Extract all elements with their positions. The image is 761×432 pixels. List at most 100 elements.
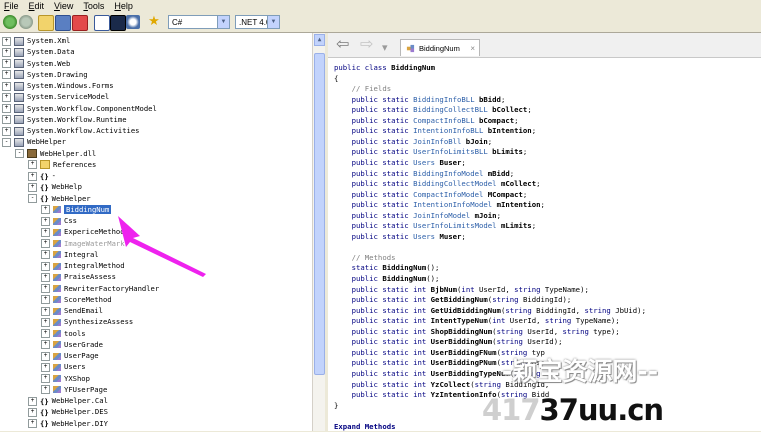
expand-icon[interactable]: + <box>41 216 50 226</box>
expand-icon[interactable]: + <box>28 171 37 181</box>
tree-node[interactable]: + SynthesizeAssess <box>41 316 133 327</box>
tree-node[interactable]: + System.Xml <box>2 35 70 46</box>
expand-icon[interactable]: + <box>41 295 50 305</box>
expand-icon[interactable]: + <box>41 272 50 282</box>
expand-icon[interactable]: + <box>41 205 50 215</box>
tree-node[interactable]: + System.Workflow.ComponentModel <box>2 103 157 114</box>
open-folder-icon[interactable] <box>38 15 54 31</box>
tab-biddingnum[interactable]: BiddingNum × <box>400 39 480 56</box>
tree-node[interactable]: - WebHelper <box>2 136 66 147</box>
scroll-thumb[interactable] <box>314 53 325 375</box>
expand-icon[interactable]: + <box>41 329 50 338</box>
nav-back-icon[interactable]: ⇦ <box>336 36 349 52</box>
tree-node[interactable]: + Css <box>41 215 77 226</box>
tree-node[interactable]: + System.Data <box>2 46 75 57</box>
back-icon[interactable] <box>3 15 17 29</box>
tree-node[interactable]: + ScoreMethod <box>41 294 112 305</box>
tree-node[interactable]: + RewriterFactoryHandler <box>41 283 159 294</box>
code-line[interactable]: Expand Methods <box>334 422 396 432</box>
analyzer-icon[interactable] <box>94 15 110 31</box>
tree-scrollbar[interactable]: ▲ <box>312 33 325 431</box>
tree-node[interactable]: +{} WebHelp <box>28 181 82 192</box>
expand-icon[interactable]: + <box>2 70 11 80</box>
bookmark-star-icon[interactable]: ★ <box>147 15 161 29</box>
code-line: public static BiddingCollectBLL bCollect… <box>334 105 532 115</box>
expand-icon[interactable]: + <box>2 126 11 136</box>
collapse-icon[interactable]: - <box>28 194 37 203</box>
expand-icon[interactable]: + <box>2 47 11 57</box>
tree-node[interactable]: + Users <box>41 361 86 372</box>
expand-icon[interactable]: + <box>41 239 50 248</box>
tree-node-label: BiddingNum <box>64 204 112 214</box>
tree-node[interactable]: + UserGrade <box>41 339 103 350</box>
tree-node[interactable]: + References <box>28 159 96 170</box>
expand-icon[interactable]: + <box>28 182 37 192</box>
menu-file[interactable]: File <box>0 0 25 12</box>
tree-node[interactable]: + YFUserPage <box>41 384 107 395</box>
expand-icon[interactable]: + <box>41 362 50 372</box>
tree-node[interactable]: + System.Windows.Forms <box>2 80 114 91</box>
expand-icon[interactable]: + <box>2 104 11 113</box>
expand-icon[interactable]: + <box>41 261 50 271</box>
collapse-icon[interactable]: - <box>15 149 24 158</box>
expand-icon[interactable]: + <box>41 385 50 395</box>
tree-node[interactable]: + tools <box>41 328 86 339</box>
expand-icon[interactable]: + <box>28 407 37 417</box>
tree-node[interactable]: + System.ServiceModel <box>2 91 109 102</box>
expand-icon[interactable]: + <box>41 306 50 316</box>
menu-tools[interactable]: Tools <box>79 0 110 12</box>
tree-node[interactable]: + System.Drawing <box>2 69 88 80</box>
save-icon[interactable] <box>55 15 71 31</box>
expand-icon[interactable]: + <box>41 317 50 327</box>
tree-node[interactable]: + ExpericeMethod <box>41 226 125 237</box>
tree-node[interactable]: + System.Web <box>2 58 70 69</box>
close-icon[interactable]: × <box>470 40 475 57</box>
code-token: Users <box>413 157 440 167</box>
tree-node[interactable]: + SendEmail <box>41 305 103 316</box>
collapse-icon[interactable]: - <box>2 137 11 147</box>
scroll-up-icon[interactable]: ▲ <box>314 34 325 46</box>
expand-icon[interactable]: + <box>2 115 11 125</box>
expand-icon[interactable]: + <box>28 160 37 170</box>
menu-help[interactable]: Help <box>110 0 139 12</box>
expand-icon[interactable]: + <box>41 340 50 350</box>
tree-node[interactable]: +{} WebHelper.Cal <box>28 395 108 406</box>
tree-node[interactable]: + System.Workflow.Activities <box>2 125 140 136</box>
expand-icon[interactable]: + <box>2 92 11 102</box>
search-icon[interactable] <box>126 15 140 29</box>
menu-edit[interactable]: Edit <box>25 0 51 12</box>
expand-icon[interactable]: + <box>2 59 11 68</box>
expand-icon[interactable]: + <box>2 36 11 46</box>
nav-dropdown-icon[interactable]: ▾ <box>382 40 388 56</box>
expand-icon[interactable]: + <box>41 250 50 260</box>
menu-view[interactable]: View <box>50 0 79 12</box>
tree-node[interactable]: -{} WebHelper <box>28 193 91 204</box>
console-icon[interactable] <box>110 15 126 31</box>
tree-node[interactable]: + YXShop <box>41 373 90 384</box>
tree-node-label: Integral <box>64 249 99 259</box>
tree-node[interactable]: + IntegralMethod <box>41 260 125 271</box>
framework-select[interactable]: .NET 4.0 ▼ <box>235 15 280 29</box>
code-line: { <box>334 74 338 84</box>
nav-forward-icon[interactable]: ⇨ <box>360 36 373 52</box>
tree-node[interactable]: +{} WebHelper.DIY <box>28 418 108 429</box>
tree-node[interactable]: + PraiseAssess <box>41 271 116 282</box>
refresh-icon[interactable] <box>72 15 88 31</box>
expand-icon[interactable]: + <box>41 351 50 361</box>
forward-icon[interactable] <box>19 15 33 29</box>
tree-node[interactable]: + BiddingNum <box>41 204 112 215</box>
expand-icon[interactable]: + <box>41 284 50 293</box>
tree-node[interactable]: +{} WebHelper.DES <box>28 406 108 417</box>
expand-icon[interactable]: + <box>2 81 11 91</box>
expand-icon[interactable]: + <box>41 227 50 237</box>
language-select[interactable]: C# ▼ <box>168 15 230 29</box>
tree-node[interactable]: - WebHelper.dll <box>15 148 96 159</box>
expand-icon[interactable]: + <box>41 374 50 383</box>
tree-node[interactable]: + System.Workflow.Runtime <box>2 114 127 125</box>
tree-node[interactable]: + ImageWaterMark <box>41 238 125 249</box>
tree-node[interactable]: +{} - <box>28 170 56 181</box>
tree-node[interactable]: + UserPage <box>41 350 99 361</box>
expand-icon[interactable]: + <box>28 419 37 428</box>
expand-icon[interactable]: + <box>28 396 37 406</box>
tree-node[interactable]: + Integral <box>41 249 99 260</box>
